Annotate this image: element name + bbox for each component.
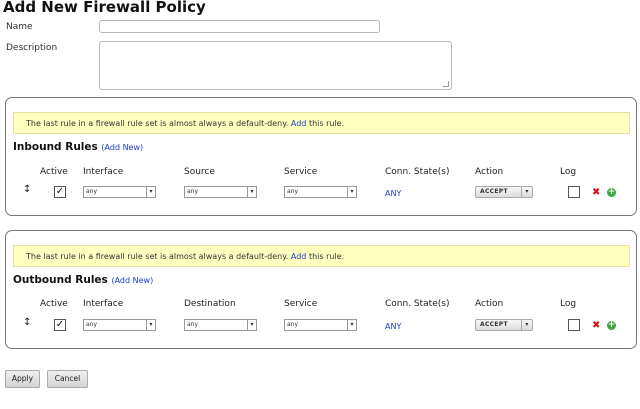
drag-handle-icon[interactable]: ↕ xyxy=(23,184,31,195)
add-new-inbound-link[interactable]: (Add New) xyxy=(101,143,143,152)
chevron-down-icon: ▾ xyxy=(146,320,155,330)
col-log: Log xyxy=(560,167,577,177)
chevron-down-icon: ▾ xyxy=(347,187,356,197)
inbound-rules-heading: Inbound Rules (Add New) xyxy=(13,141,143,153)
destination-select[interactable]: any ▾ xyxy=(184,319,257,331)
col-conn-state: Conn. State(s) xyxy=(385,167,450,177)
add-rule-icon[interactable]: + xyxy=(607,188,616,197)
action-value: ACCEPT xyxy=(480,321,508,328)
active-checkbox[interactable]: ✓ xyxy=(54,186,66,198)
interface-select[interactable]: any ▾ xyxy=(83,186,156,198)
notice-text: The last rule in a firewall rule set is … xyxy=(26,119,289,128)
add-rule-icon[interactable]: + xyxy=(607,321,616,330)
col-conn-state: Conn. State(s) xyxy=(385,299,450,309)
default-deny-notice: The last rule in a firewall rule set is … xyxy=(13,112,630,134)
col-destination: Destination xyxy=(184,299,236,309)
col-service: Service xyxy=(284,299,318,309)
section-title: Outbound Rules xyxy=(13,274,108,286)
chevron-down-icon: ▾ xyxy=(347,320,356,330)
chevron-down-icon: ▾ xyxy=(521,187,532,197)
source-select[interactable]: any ▾ xyxy=(184,186,257,198)
log-checkbox[interactable] xyxy=(568,319,580,331)
col-interface: Interface xyxy=(83,167,124,177)
col-action: Action xyxy=(475,167,504,177)
interface-select[interactable]: any ▾ xyxy=(83,319,156,331)
add-new-outbound-link[interactable]: (Add New) xyxy=(111,276,153,285)
outbound-rules-panel: The last rule in a firewall rule set is … xyxy=(5,230,637,349)
col-interface: Interface xyxy=(83,299,124,309)
inbound-rules-panel: The last rule in a firewall rule set is … xyxy=(5,97,637,216)
log-checkbox[interactable] xyxy=(568,186,580,198)
col-source: Source xyxy=(184,167,215,177)
col-log: Log xyxy=(560,299,577,309)
source-value: any xyxy=(187,188,199,195)
name-label: Name xyxy=(6,22,33,32)
default-deny-notice: The last rule in a firewall rule set is … xyxy=(13,245,630,267)
outbound-rules-heading: Outbound Rules (Add New) xyxy=(13,274,153,286)
notice-text: The last rule in a firewall rule set is … xyxy=(26,252,289,261)
description-textarea[interactable] xyxy=(99,41,452,90)
chevron-down-icon: ▾ xyxy=(247,320,256,330)
col-active: Active xyxy=(40,167,68,177)
name-input[interactable] xyxy=(99,20,380,33)
active-checkbox[interactable]: ✓ xyxy=(54,319,66,331)
page-title: Add New Firewall Policy xyxy=(3,0,206,16)
interface-value: any xyxy=(86,321,98,328)
interface-value: any xyxy=(86,188,98,195)
col-active: Active xyxy=(40,299,68,309)
drag-handle-icon[interactable]: ↕ xyxy=(23,317,31,328)
chevron-down-icon: ▾ xyxy=(247,187,256,197)
chevron-down-icon: ▾ xyxy=(146,187,155,197)
action-select[interactable]: ACCEPT ▾ xyxy=(475,319,533,331)
section-title: Inbound Rules xyxy=(13,141,98,153)
notice-text-end: this rule. xyxy=(308,119,345,128)
service-value: any xyxy=(287,188,299,195)
service-value: any xyxy=(287,321,299,328)
destination-value: any xyxy=(187,321,199,328)
action-select[interactable]: ACCEPT ▾ xyxy=(475,186,533,198)
add-default-deny-link[interactable]: Add xyxy=(291,119,307,128)
delete-rule-icon[interactable]: ✖ xyxy=(592,321,600,331)
col-action: Action xyxy=(475,299,504,309)
service-select[interactable]: any ▾ xyxy=(284,319,357,331)
conn-state-link[interactable]: ANY xyxy=(385,189,401,198)
delete-rule-icon[interactable]: ✖ xyxy=(592,188,600,198)
apply-button[interactable]: Apply xyxy=(5,370,40,388)
service-select[interactable]: any ▾ xyxy=(284,186,357,198)
notice-text-end: this rule. xyxy=(308,252,345,261)
cancel-button[interactable]: Cancel xyxy=(47,370,88,388)
action-value: ACCEPT xyxy=(480,188,508,195)
conn-state-link[interactable]: ANY xyxy=(385,322,401,331)
chevron-down-icon: ▾ xyxy=(521,320,532,330)
add-default-deny-link[interactable]: Add xyxy=(291,252,307,261)
col-service: Service xyxy=(284,167,318,177)
description-label: Description xyxy=(6,43,58,53)
resize-grip-icon[interactable] xyxy=(443,81,449,87)
